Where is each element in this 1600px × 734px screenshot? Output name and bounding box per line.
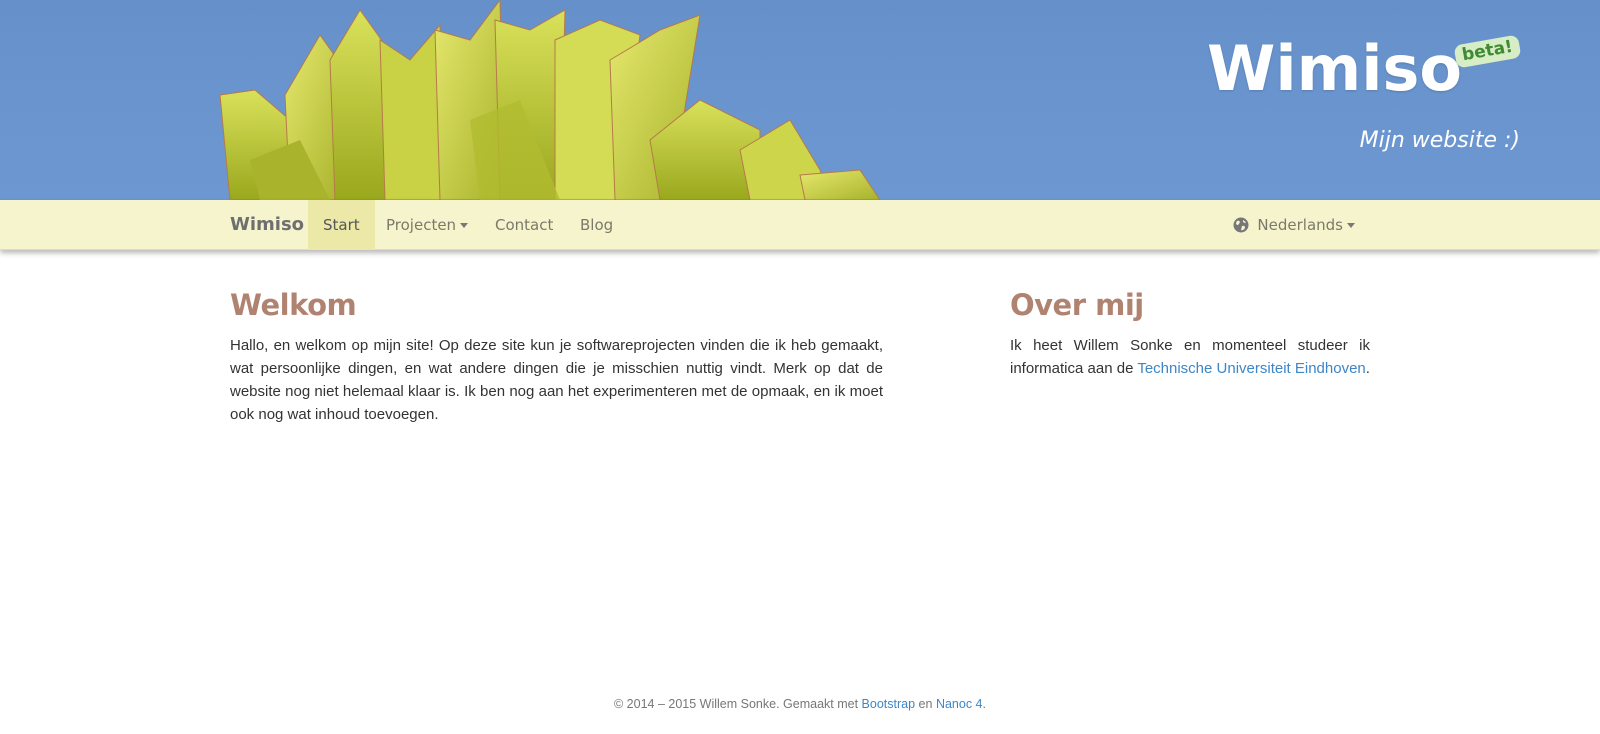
footer-end: . — [982, 697, 986, 711]
site-title[interactable]: Wimiso — [1207, 38, 1462, 100]
chevron-down-icon — [460, 223, 469, 228]
nav-item-label: Blog — [580, 216, 614, 234]
bootstrap-link[interactable]: Bootstrap — [862, 697, 916, 711]
nav-item-projecten[interactable]: Projecten — [371, 200, 483, 250]
nanoc-link[interactable]: Nanoc 4 — [936, 697, 983, 711]
nav-item-blog[interactable]: Blog — [565, 200, 628, 250]
site-tagline: Mijn website :) — [1359, 128, 1520, 153]
language-dropdown[interactable]: Nederlands — [1233, 200, 1355, 250]
header-banner: Wimiso beta! Mijn website :) — [0, 0, 1600, 200]
about-text: Ik heet Willem Sonke en momenteel studee… — [1010, 334, 1370, 380]
footer-between: en — [918, 697, 933, 711]
about-heading: Over mij — [1010, 288, 1144, 322]
nav-item-label: Start — [323, 216, 360, 234]
nav-item-label: Contact — [495, 216, 554, 234]
welcome-section: Welkom Hallo, en welkom op mijn site! Op… — [230, 288, 883, 426]
nav-item-label: Projecten — [386, 216, 457, 234]
navbar: Wimiso Start Projecten Contact Blog Nede… — [0, 200, 1600, 250]
globe-icon — [1233, 217, 1249, 233]
footer-copyright: © 2014 – 2015 Willem Sonke. Gemaakt met — [614, 697, 859, 711]
about-text-after: . — [1365, 360, 1370, 377]
footer: © 2014 – 2015 Willem Sonke. Gemaakt met … — [0, 697, 1600, 711]
about-section: Over mij Ik heet Willem Sonke en momente… — [1010, 288, 1370, 380]
language-label: Nederlands — [1257, 216, 1343, 234]
welcome-heading: Welkom — [230, 288, 357, 322]
university-link[interactable]: Technische Universiteit Eindhoven — [1137, 360, 1365, 377]
navbar-brand[interactable]: Wimiso — [230, 200, 304, 250]
chevron-down-icon — [1347, 223, 1355, 228]
nav-item-start[interactable]: Start — [308, 200, 375, 250]
leaves-image — [219, 0, 881, 200]
nav-item-contact[interactable]: Contact — [480, 200, 568, 250]
welcome-text: Hallo, en welkom op mijn site! Op deze s… — [230, 337, 883, 423]
beta-badge: beta! — [1453, 34, 1522, 69]
